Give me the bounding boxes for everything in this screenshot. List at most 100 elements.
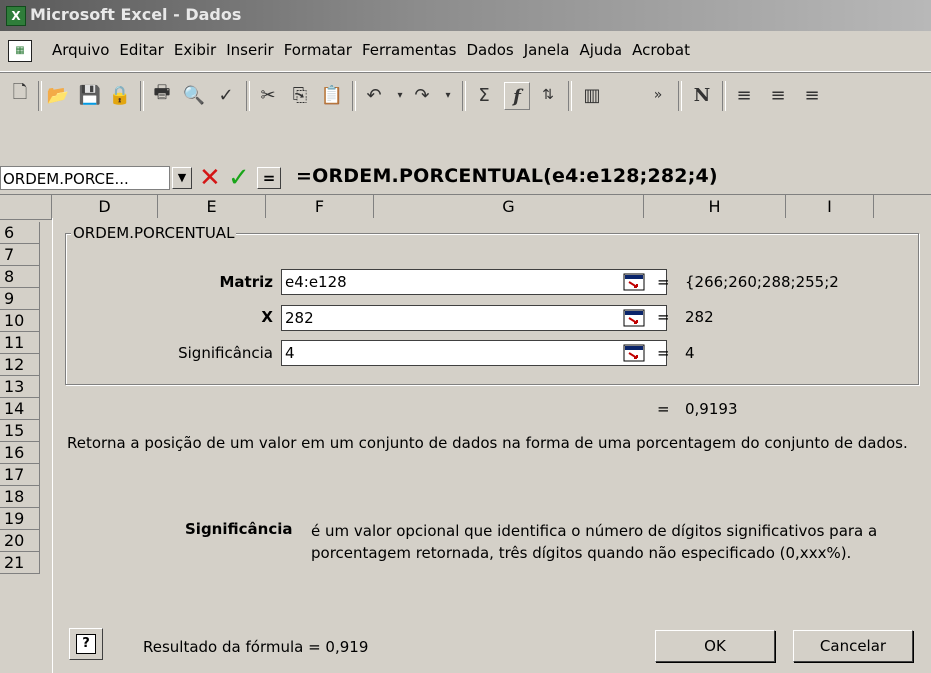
- enter-entry-icon[interactable]: ✓: [228, 163, 250, 193]
- result-equals: =: [657, 400, 670, 418]
- column-header[interactable]: F: [266, 195, 374, 219]
- cancel-entry-icon[interactable]: ✕: [199, 163, 221, 193]
- row-header[interactable]: 7: [0, 244, 40, 266]
- arg-label-x: X: [261, 308, 273, 326]
- redo-icon[interactable]: ↷: [410, 82, 434, 108]
- collapse-dialog-icon[interactable]: [621, 342, 647, 364]
- save-icon[interactable]: 💾: [78, 82, 102, 108]
- arg-help-text: é um valor opcional que identifica o núm…: [311, 522, 878, 562]
- toolbar-separator: [678, 81, 682, 111]
- ok-button[interactable]: OK: [655, 630, 775, 662]
- column-header[interactable]: I: [786, 195, 874, 219]
- chart-wizard-icon[interactable]: ▥: [580, 82, 604, 108]
- paste-icon[interactable]: 📋: [320, 82, 344, 108]
- menu-inserir[interactable]: Inserir: [226, 41, 273, 59]
- menu-formatar[interactable]: Formatar: [284, 41, 352, 59]
- row-header[interactable]: 14: [0, 398, 40, 420]
- collapse-dialog-icon[interactable]: [621, 271, 647, 293]
- toolbar-separator: [568, 81, 572, 111]
- row-header[interactable]: 6: [0, 222, 40, 244]
- arg-value-matriz: {266;260;288;255;2: [685, 273, 839, 291]
- open-icon[interactable]: 📂: [46, 82, 70, 108]
- row-header[interactable]: 20: [0, 530, 40, 552]
- row-header[interactable]: 10: [0, 310, 40, 332]
- row-header[interactable]: 9: [0, 288, 40, 310]
- row-header[interactable]: 15: [0, 420, 40, 442]
- toolbar-separator: [140, 81, 144, 111]
- menu-acrobat[interactable]: Acrobat: [632, 41, 690, 59]
- toolbar-separator: [38, 81, 42, 111]
- autosum-icon[interactable]: Σ: [472, 82, 496, 108]
- cut-icon[interactable]: ✂: [256, 82, 280, 108]
- toolbar-separator: [246, 81, 250, 111]
- row-header[interactable]: 17: [0, 464, 40, 486]
- column-headers: D E F G H I: [0, 194, 931, 220]
- row-header[interactable]: 16: [0, 442, 40, 464]
- function-description: Retorna a posição de um valor em um conj…: [67, 434, 908, 452]
- collapse-dialog-icon[interactable]: [621, 307, 647, 329]
- menu-dados[interactable]: Dados: [466, 41, 513, 59]
- function-result: 0,9193: [685, 400, 738, 418]
- workbook-icon[interactable]: ▦: [8, 40, 32, 62]
- arg-equals: =: [657, 344, 670, 362]
- standard-toolbar: 🗋 📂 💾 🔒 🖶 🔍 ✓ ✂ ⎘ 📋 ↶ ▾ ↷ ▾ Σ f ⇅ ▥ » N …: [0, 72, 931, 119]
- formula-bar: ORDEM.PORCE... ▼ ✕ ✓ = =ORDEM.PORCENTUAL…: [0, 162, 931, 194]
- menu-exibir[interactable]: Exibir: [174, 41, 216, 59]
- spelling-icon[interactable]: ✓: [214, 82, 238, 108]
- arg-equals: =: [657, 273, 670, 291]
- formula-result: Resultado da fórmula = 0,919: [143, 638, 369, 656]
- align-left-icon[interactable]: ≡: [732, 82, 756, 108]
- arg-label-matriz: Matriz: [219, 273, 274, 291]
- row-header[interactable]: 21: [0, 552, 40, 574]
- edit-formula-button[interactable]: =: [257, 167, 281, 189]
- menu-janela[interactable]: Janela: [524, 41, 570, 59]
- menu-arquivo[interactable]: Arquivo: [52, 41, 109, 59]
- arg-help-label: Significância: [185, 520, 293, 538]
- row-header[interactable]: 18: [0, 486, 40, 508]
- cancel-button[interactable]: Cancelar: [793, 630, 913, 662]
- more-buttons-icon[interactable]: »: [646, 82, 670, 108]
- menu-ajuda[interactable]: Ajuda: [579, 41, 622, 59]
- print-icon[interactable]: 🖶: [150, 82, 174, 108]
- column-header[interactable]: D: [52, 195, 158, 219]
- function-name: ORDEM.PORCENTUAL: [71, 224, 237, 242]
- row-header[interactable]: 19: [0, 508, 40, 530]
- undo-icon[interactable]: ↶: [362, 82, 386, 108]
- toolbar-separator: [462, 81, 466, 111]
- name-box-dropdown-icon[interactable]: ▼: [172, 167, 192, 189]
- redo-dropdown-icon[interactable]: ▾: [436, 82, 460, 108]
- column-header[interactable]: E: [158, 195, 266, 219]
- row-header[interactable]: 11: [0, 332, 40, 354]
- sort-ascending-icon[interactable]: ⇅: [536, 82, 560, 108]
- align-right-icon[interactable]: ≡: [800, 82, 824, 108]
- bold-icon[interactable]: N: [690, 82, 714, 108]
- menu-ferramentas[interactable]: Ferramentas: [362, 41, 457, 59]
- permission-icon[interactable]: 🔒: [108, 82, 132, 108]
- row-header[interactable]: 13: [0, 376, 40, 398]
- name-box[interactable]: ORDEM.PORCE...: [0, 166, 170, 190]
- column-header[interactable]: G: [374, 195, 644, 219]
- excel-icon: X: [6, 6, 26, 26]
- toolbar-separator: [722, 81, 726, 111]
- arg-input-significancia[interactable]: 4: [281, 340, 667, 366]
- formula-input[interactable]: =ORDEM.PORCENTUAL(e4:e128;282;4): [296, 165, 718, 187]
- copy-icon[interactable]: ⎘: [288, 82, 312, 108]
- function-icon[interactable]: f: [504, 82, 530, 110]
- help-button[interactable]: ?: [69, 628, 103, 660]
- undo-dropdown-icon[interactable]: ▾: [388, 82, 412, 108]
- title-bar: X Microsoft Excel - Dados: [0, 0, 931, 31]
- print-preview-icon[interactable]: 🔍: [182, 82, 206, 108]
- select-all-corner[interactable]: [0, 195, 52, 219]
- arg-input-x[interactable]: 282: [281, 305, 667, 331]
- column-header[interactable]: H: [644, 195, 786, 219]
- menu-bar: ▦ Arquivo Editar Exibir Inserir Formatar…: [0, 31, 931, 72]
- menu-editar[interactable]: Editar: [119, 41, 163, 59]
- window-title: Microsoft Excel - Dados: [30, 5, 242, 24]
- row-header[interactable]: 12: [0, 354, 40, 376]
- arg-input-matriz[interactable]: e4:e128: [281, 269, 667, 295]
- arg-label-significancia: Significância: [178, 344, 273, 362]
- toolbar-separator: [352, 81, 356, 111]
- row-header[interactable]: 8: [0, 266, 40, 288]
- new-icon[interactable]: 🗋: [8, 82, 32, 108]
- align-center-icon[interactable]: ≡: [766, 82, 790, 108]
